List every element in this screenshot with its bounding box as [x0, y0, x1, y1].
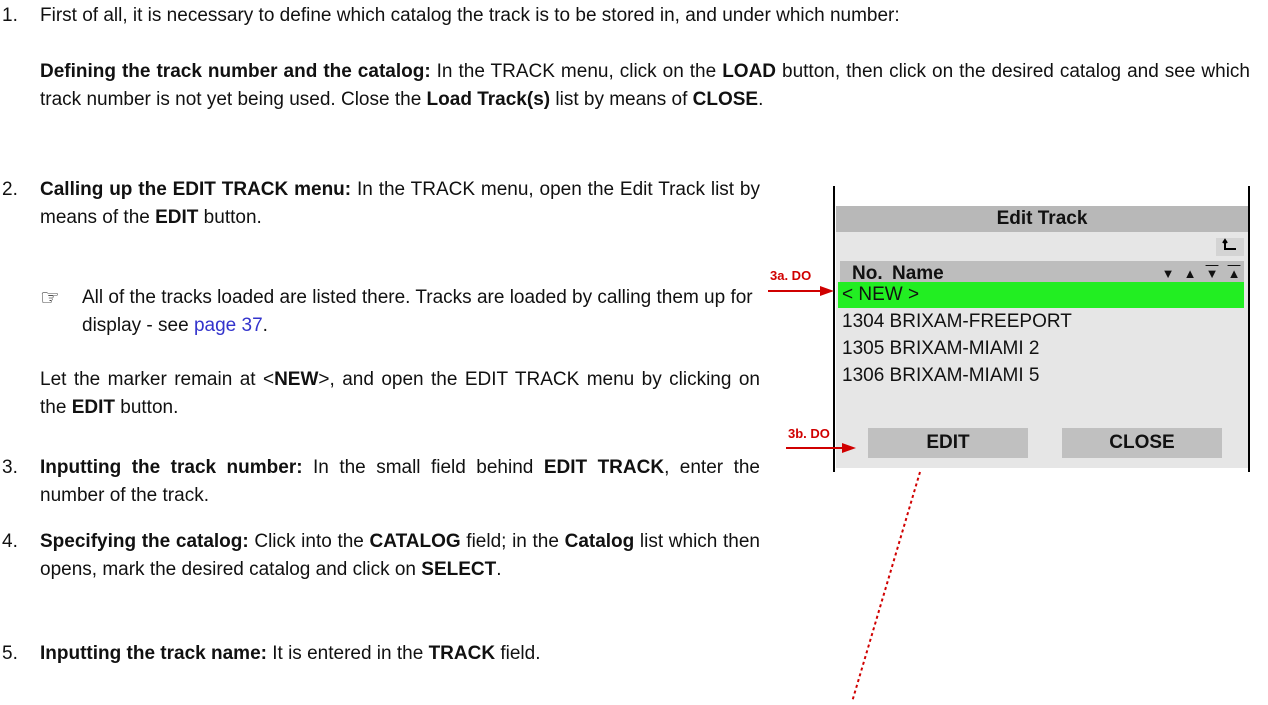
step-2-text: Calling up the EDIT TRACK menu: In the T… [40, 179, 760, 228]
frame-right-line [1248, 186, 1250, 472]
return-arrow-icon[interactable] [1216, 238, 1244, 256]
edit-button[interactable]: EDIT [868, 428, 1028, 458]
step-number: 1. [2, 5, 18, 26]
list-item[interactable]: 1306 BRIXAM-MIAMI 5 [838, 363, 1244, 389]
page-link[interactable]: page 37 [194, 315, 263, 336]
step-number: 5. [2, 643, 18, 664]
step-3-text: Inputting the track number: In the small… [40, 457, 760, 506]
callout-3b: 3b. DO [788, 426, 830, 441]
step-number: 4. [2, 531, 18, 552]
screen-title: Edit Track [836, 206, 1248, 232]
frame-left-line [833, 186, 835, 472]
step-number: 2. [2, 179, 18, 200]
note-text: All of the tracks loaded are listed ther… [82, 287, 753, 336]
edit-track-screen: Edit Track No. Name ▼ ▲ ▼ ▲ < NEW > 1304… [836, 206, 1248, 468]
list-item[interactable]: 1305 BRIXAM-MIAMI 2 [838, 336, 1244, 362]
step-1-text: First of all, it is necessary to define … [40, 5, 900, 26]
close-button[interactable]: CLOSE [1062, 428, 1222, 458]
step-4-text: Specifying the catalog: Click into the C… [40, 531, 761, 580]
dashed-leader-line [851, 471, 921, 703]
list-item[interactable]: < NEW > [838, 282, 1244, 308]
step-1-subparagraph: Defining the track number and the catalo… [40, 61, 1250, 110]
callout-3a: 3a. DO [770, 268, 812, 283]
callout-3b-arrow [786, 443, 856, 453]
pointing-hand-icon: ☞ [40, 285, 60, 310]
list-item[interactable]: 1304 BRIXAM-FREEPORT [838, 309, 1244, 335]
callout-3a-arrow [768, 286, 834, 296]
marker-paragraph: Let the marker remain at <NEW>, and open… [40, 369, 760, 418]
step-number: 3. [2, 457, 18, 478]
step-5-text: Inputting the track name: It is entered … [40, 643, 541, 664]
